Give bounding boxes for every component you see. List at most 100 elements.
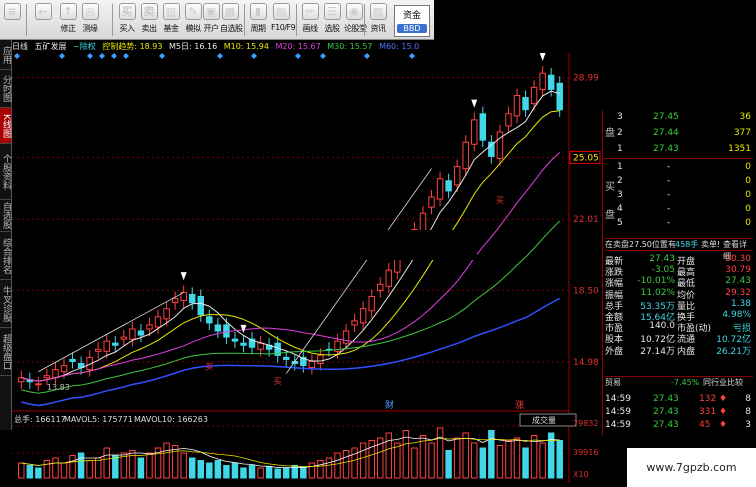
candle-body [223,324,230,338]
stat-row: 股本 10.72亿 流通 10.72亿 [603,332,753,345]
buy-row[interactable]: 3 - 0 [603,190,753,203]
left-tab-2[interactable]: K线图 [0,108,11,144]
candle-body [471,119,478,145]
buy-price: - [667,204,671,214]
candle-body [342,330,350,344]
volume-bar [35,467,42,479]
trade-time: 14:59 [605,407,631,417]
indicator-info-bar: 日线 五矿发展 ~除权 控制趋势: 18.93 M5日: 16.16 M10: … [12,41,432,53]
volume-bar [556,440,563,479]
sell-row[interactable]: 1 27.43 1351 [603,144,753,157]
trend-line [285,168,432,374]
stat-row: 金额 15.64亿 换手 4.98% [603,310,753,323]
toolbar-button-14[interactable]: ◉ 论股堂 [344,2,367,39]
toolbar-label-13: 选股 [324,24,341,33]
rights-label[interactable]: ~除权 [73,42,96,51]
toolbar-icon-5: 卖 [140,3,158,20]
volume-bar [180,452,187,479]
trade-price: 27.43 [653,407,679,417]
buy-level: 4 [617,204,623,214]
signal-diamond [295,53,301,59]
left-tab-6[interactable]: 牛叉诊股 [0,280,11,328]
pending-text: 在卖盘27.50位置有 [605,240,676,249]
candle-body [206,316,213,324]
left-tab-3[interactable]: 个股资料 [0,144,11,200]
candle-body [231,338,239,342]
volume-bar [163,442,170,479]
sell-side-label: 盘 [605,128,615,139]
volume-bar [206,462,213,479]
toolbar-label-5: 卖出 [141,24,158,33]
toolbar-icon-13: ☰ [323,3,341,20]
buy-row[interactable]: 1 - 0 [603,162,753,175]
candle-body [240,342,247,346]
buy-row[interactable]: 2 - 0 [603,176,753,189]
fund-label: 资金 [402,11,421,21]
candle-body [539,72,546,90]
price-axis-label: 14.98 [573,358,599,368]
pending-order-bar[interactable]: 在卖盘27.50位置有 458手 卖单! 查看详细 [605,238,753,261]
toolbar-button-15[interactable]: ▧ 资讯 [368,2,388,39]
toolbar-button-11[interactable]: ▤ F10/F9 [271,2,296,39]
toolbar-button-1[interactable]: ← [33,2,53,39]
toolbar-button-2[interactable]: ↑ 修正 [58,2,78,39]
candle-body [453,166,461,186]
buy-qty: 0 [745,190,751,200]
low-price-label: 13.83 [47,383,70,392]
volume-bar [445,450,452,479]
toolbar-button-9[interactable]: ▦ 自选股 [220,2,243,39]
buy-annotation: 买 [496,196,504,205]
candle-body [479,113,487,141]
period-label[interactable]: 日线 [12,42,28,51]
toolbar-button-7[interactable]: ✎ 模拟 [183,2,203,39]
toolbar-button-5[interactable]: 卖卖出 [139,2,159,39]
buy-row[interactable]: 4 - 0 [603,204,753,217]
toolbar-button-4[interactable]: 买买入 [117,2,137,39]
stat-row: 最新 27.43 开盘 30.30 [603,254,753,267]
toolbar-button-13[interactable]: ☰ 选股 [322,2,342,39]
stat-value: 140.0 [649,321,675,332]
candle-body [488,141,495,157]
signal-diamond [320,53,326,59]
toolbar-icon-6: ▥ [162,3,180,20]
industry-bar[interactable]: 贸易 -7.45% 同行业比较 [605,376,753,389]
price-axis-label: 22.01 [573,215,599,225]
toolbar-button-8[interactable]: ▣ 开户 [201,2,221,39]
buy-row[interactable]: 5 - 0 [603,218,753,231]
volume-mavol10-label: MAVOL10: 166263 [134,415,208,424]
kline-chart[interactable]: 28.9925.0522.0118.5014.9825.0513.83买买买财涨… [12,53,602,483]
candle-body [43,375,51,379]
toolbar-button-12[interactable]: ✏ 画线 [300,2,320,39]
stat-value: 30.30 [725,254,751,264]
signal-diamond [159,53,165,59]
left-tab-5[interactable]: 综合排名 [0,232,11,280]
toolbar-button-6[interactable]: ▥ 基金 [161,2,181,39]
left-tab-4[interactable]: 自选股 [0,200,11,232]
trade-direction-icon: ♦ [719,394,728,404]
candle-body [368,295,375,312]
toolbar-button-0[interactable]: ≡ [2,2,22,39]
toolbar-label-3: 测缘 [82,24,99,33]
left-tab-1[interactable]: 分时图 [0,70,11,108]
trend-control: 控制趋势: 18.93 [102,42,163,51]
volume-bar [359,442,367,479]
sell-level: 2 [617,128,623,138]
ma10-value: M10: 15.94 [223,42,269,51]
fund-button[interactable]: 资金 BBD [394,5,430,37]
volume-bar [137,457,145,479]
left-tab-bar: 应用 分时图 K线图 个股资料 自选股 综合排名 牛叉诊股 超级盘口 [0,40,12,430]
toolbar-icon-7: ✎ [184,3,202,20]
sell-price: 27.45 [653,112,679,122]
toolbar-separator [364,4,365,36]
toolbar-label-2: 修正 [60,24,77,33]
toolbar-label-15: 资讯 [370,24,387,33]
left-tab-7[interactable]: 超级盘口 [0,328,11,376]
buy-price: - [667,218,671,228]
volume-bar [248,465,256,479]
sell-row[interactable]: 2 27.44 377 [603,128,753,141]
toolbar-button-10[interactable]: ▮ 周期 [248,2,268,39]
industry-compare-link[interactable]: 同行业比较 [703,377,743,389]
left-tab-0[interactable]: 应用 [0,40,11,70]
toolbar-button-3[interactable]: ◎ 测缘 [80,2,100,39]
sell-row[interactable]: 3 27.45 36 [603,112,753,125]
